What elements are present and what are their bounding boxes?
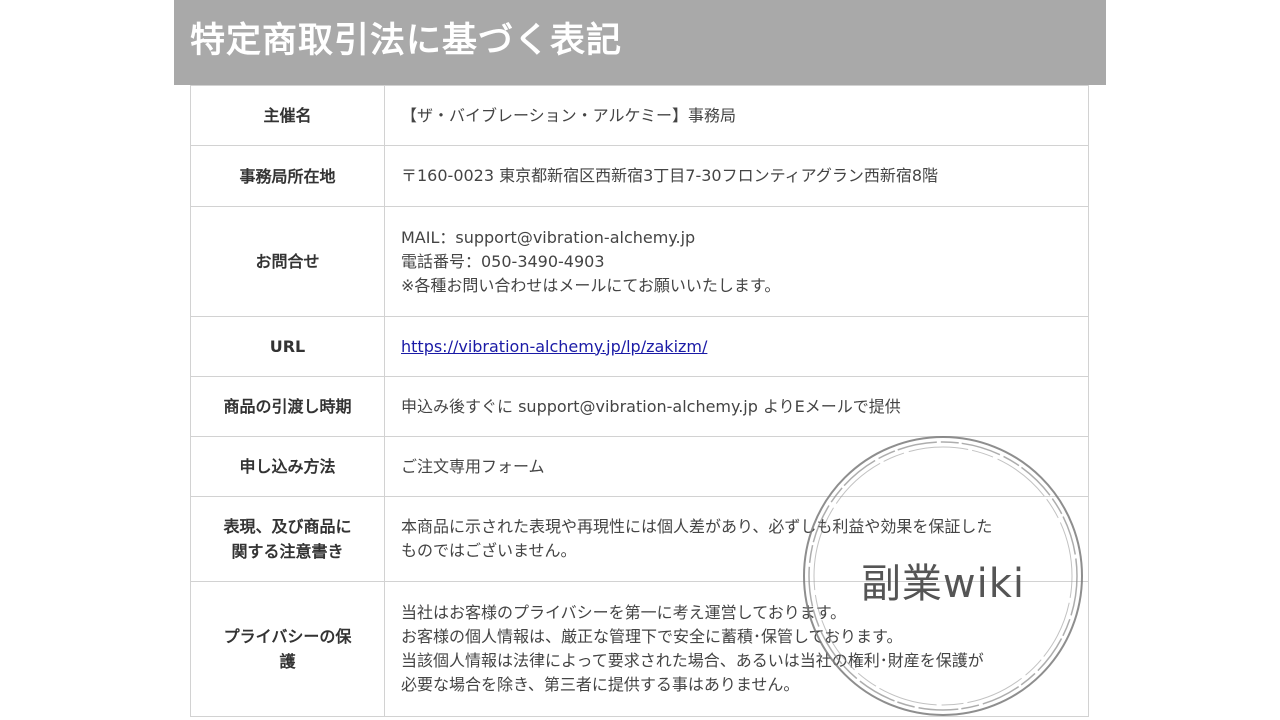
- table-row: URL https://vibration-alchemy.jp/lp/zaki…: [190, 316, 1089, 377]
- organizer-name: 【ザ・バイブレーション・アルケミー】事務局: [401, 105, 737, 125]
- row-label: 事務局所在地: [190, 145, 385, 207]
- table-row: 申し込み方法 ご注文専用フォーム: [190, 436, 1089, 497]
- row-label: プライバシーの保 護: [190, 581, 385, 717]
- row-value: 【ザ・バイブレーション・アルケミー】事務局: [384, 85, 1089, 146]
- disclaimer-line: ものではございません。: [401, 541, 577, 560]
- privacy-line: 当社はお客様のプライバシーを第一に考え運営しております。: [401, 603, 847, 622]
- row-label: 申し込み方法: [190, 436, 385, 497]
- application-method: ご注文専用フォーム: [401, 456, 545, 476]
- row-value: MAIL：support@vibration-alchemy.jp 電話番号：0…: [384, 206, 1089, 317]
- privacy-line: 必要な場合を除き、第三者に提供する事はありません。: [401, 675, 800, 694]
- row-label-line: 表現、及び商品に: [223, 517, 352, 536]
- row-label: 表現、及び商品に 関する注意書き: [190, 496, 385, 582]
- office-address: 〒160-0023 東京都新宿区西新宿3丁目7-30フロンティアグラン西新宿8階: [401, 166, 939, 185]
- contact-phone: 電話番号：050-3490-4903: [401, 251, 605, 271]
- privacy-line: お客様の個人情報は、厳正な管理下で安全に蓄積･保管しております。: [401, 627, 903, 646]
- table-row: お問合せ MAIL：support@vibration-alchemy.jp 電…: [190, 206, 1089, 317]
- contact-mail: MAIL：support@vibration-alchemy.jp: [401, 227, 696, 247]
- site-url-link[interactable]: https://vibration-alchemy.jp/lp/zakizm/: [401, 337, 707, 356]
- row-value: 当社はお客様のプライバシーを第一に考え運営しております。 お客様の個人情報は、厳…: [384, 581, 1089, 717]
- table-row: 商品の引渡し時期 申込み後すぐに support@vibration-alche…: [190, 376, 1089, 437]
- row-label-line: プライバシーの保: [223, 627, 352, 646]
- delivery-timing: 申込み後すぐに support@vibration-alchemy.jp よりE…: [401, 396, 901, 416]
- privacy-line: 当該個人情報は法律によって要求された場合、あるいは当社の権利･財産を保護が: [401, 651, 984, 670]
- row-label: URL: [190, 316, 385, 377]
- row-value: https://vibration-alchemy.jp/lp/zakizm/: [384, 316, 1089, 377]
- table-row: 表現、及び商品に 関する注意書き 本商品に示された表現や再現性には個人差があり、…: [190, 496, 1089, 582]
- row-label-line: 護: [279, 652, 296, 671]
- disclaimer-line: 本商品に示された表現や再現性には個人差があり、必ずしも利益や効果を保証した: [401, 517, 993, 536]
- legal-info-table: 主催名 【ザ・バイブレーション・アルケミー】事務局 事務局所在地 〒160-00…: [190, 85, 1089, 717]
- row-label: お問合せ: [190, 206, 385, 317]
- row-value: 申込み後すぐに support@vibration-alchemy.jp よりE…: [384, 376, 1089, 437]
- page-header: 特定商取引法に基づく表記: [174, 0, 1106, 85]
- row-value: 本商品に示された表現や再現性には個人差があり、必ずしも利益や効果を保証した もの…: [384, 496, 1089, 582]
- row-value: ご注文専用フォーム: [384, 436, 1089, 497]
- row-label: 主催名: [190, 85, 385, 146]
- contact-note: ※各種お問い合わせはメールにてお願いいたします。: [401, 275, 781, 295]
- page-title: 特定商取引法に基づく表記: [190, 21, 623, 61]
- table-row: プライバシーの保 護 当社はお客様のプライバシーを第一に考え運営しております。 …: [190, 581, 1089, 717]
- page: 特定商取引法に基づく表記 主催名 【ザ・バイブレーション・アルケミー】事務局 事…: [0, 0, 1280, 720]
- row-label-line: 関する注意書き: [231, 542, 344, 561]
- row-label: 商品の引渡し時期: [190, 376, 385, 437]
- row-value: 〒160-0023 東京都新宿区西新宿3丁目7-30フロンティアグラン西新宿8階: [384, 145, 1089, 207]
- table-row: 事務局所在地 〒160-0023 東京都新宿区西新宿3丁目7-30フロンティアグ…: [190, 145, 1089, 207]
- table-row: 主催名 【ザ・バイブレーション・アルケミー】事務局: [190, 85, 1089, 146]
